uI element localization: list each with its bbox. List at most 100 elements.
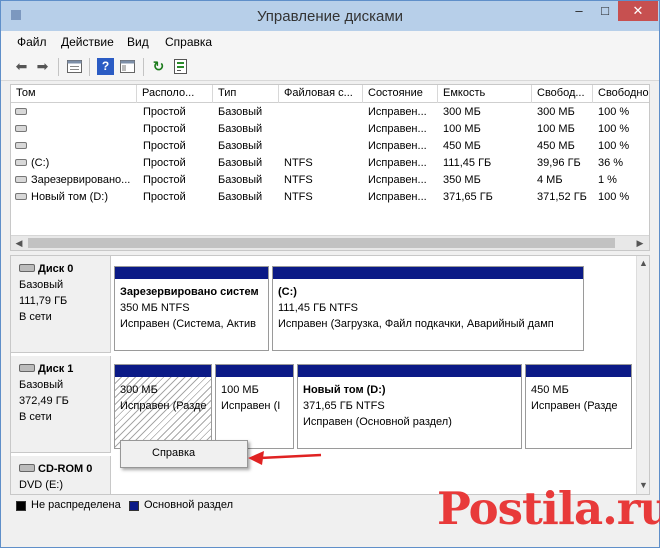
panel-icon[interactable] bbox=[119, 58, 136, 75]
disk-name: CD-ROM 0 bbox=[19, 461, 110, 477]
forward-arrow-icon[interactable]: ➡ bbox=[34, 58, 51, 75]
hard-disk-icon bbox=[19, 264, 35, 272]
disk-1-label[interactable]: Диск 1 Базовый 372,49 ГБ В сети bbox=[11, 356, 111, 453]
column-header[interactable]: Свободно bbox=[593, 85, 649, 103]
partition-bar bbox=[526, 365, 631, 377]
red-arrow-annotation bbox=[248, 451, 322, 465]
context-menu-item-help[interactable]: Справка bbox=[125, 444, 243, 464]
partition-300mb[interactable]: 300 МБ Исправен (Разде bbox=[114, 364, 212, 449]
table-cell: Базовый bbox=[218, 191, 263, 203]
menu-file[interactable]: Файл bbox=[17, 35, 47, 49]
column-header[interactable]: Емкость bbox=[438, 85, 532, 103]
table-cell: Простой bbox=[143, 191, 186, 203]
table-row[interactable]: Простой Базовый Исправен... 100 МБ 100 М… bbox=[11, 121, 649, 138]
legend-label: Основной раздел bbox=[144, 499, 233, 511]
column-header[interactable]: Свобод... bbox=[532, 85, 593, 103]
watermark: Postila.ru bbox=[437, 482, 660, 535]
partition-body: 450 МБ Исправен (Разде bbox=[526, 377, 631, 414]
volume-name-cell: (C:) bbox=[15, 157, 135, 169]
column-header[interactable]: Состояние bbox=[363, 85, 438, 103]
toolbar-separator bbox=[89, 58, 90, 76]
column-header[interactable]: Том bbox=[11, 85, 137, 103]
table-row[interactable]: Простой Базовый Исправен... 300 МБ 300 М… bbox=[11, 104, 649, 121]
help-icon[interactable]: ? bbox=[97, 58, 114, 75]
volume-name-cell bbox=[15, 140, 135, 152]
volume-list-header: Том Располо... Тип Файловая с... Состоян… bbox=[11, 85, 649, 103]
volume-icon bbox=[15, 108, 27, 115]
table-cell: 450 МБ bbox=[443, 140, 481, 152]
close-button[interactable]: ✕ bbox=[618, 1, 658, 21]
disk-map: Диск 0 Базовый 111,79 ГБ В сети Зарезерв… bbox=[10, 255, 650, 495]
menu-help[interactable]: Справка bbox=[165, 35, 212, 49]
volume-icon bbox=[15, 193, 27, 200]
volume-icon bbox=[15, 125, 27, 132]
disk-name-text: CD-ROM 0 bbox=[38, 463, 93, 475]
table-row[interactable]: (C:) Простой Базовый NTFS Исправен... 11… bbox=[11, 155, 649, 172]
volume-name-cell bbox=[15, 123, 135, 135]
column-header[interactable]: Тип bbox=[213, 85, 279, 103]
partition-bar bbox=[115, 365, 211, 377]
table-cell: Простой bbox=[143, 157, 186, 169]
partition-system-reserved[interactable]: Зарезервировано систем 350 МБ NTFS Испра… bbox=[114, 266, 269, 351]
properties-icon[interactable] bbox=[66, 58, 83, 75]
cdrom-0-label[interactable]: CD-ROM 0 DVD (E:) bbox=[11, 456, 111, 494]
rescan-icon[interactable] bbox=[172, 58, 189, 75]
table-row[interactable]: Зарезервировано... Простой Базовый NTFS … bbox=[11, 172, 649, 189]
table-cell: Исправен... bbox=[368, 123, 427, 135]
column-header[interactable]: Располо... bbox=[137, 85, 213, 103]
disk-name-text: Диск 1 bbox=[38, 363, 74, 375]
table-cell: Базовый bbox=[218, 123, 263, 135]
partition-d[interactable]: Новый том (D:) 371,65 ГБ NTFS Исправен (… bbox=[297, 364, 522, 449]
volume-list: Том Располо... Тип Файловая с... Состоян… bbox=[10, 84, 650, 251]
menu-action[interactable]: Действие bbox=[61, 35, 114, 49]
table-row[interactable]: Новый том (D:) Простой Базовый NTFS Испр… bbox=[11, 189, 649, 206]
disk-status: В сети bbox=[19, 311, 52, 323]
table-cell: 350 МБ bbox=[443, 174, 481, 186]
disk-0-label[interactable]: Диск 0 Базовый 111,79 ГБ В сети bbox=[11, 256, 111, 353]
menu-view[interactable]: Вид bbox=[127, 35, 149, 49]
horizontal-scrollbar[interactable]: ◀ ▶ bbox=[11, 235, 649, 250]
table-cell: Базовый bbox=[218, 157, 263, 169]
scroll-right-icon[interactable]: ▶ bbox=[633, 236, 647, 250]
partition-body: (C:) 111,45 ГБ NTFS Исправен (Загрузка, … bbox=[273, 279, 583, 332]
table-cell: 111,45 ГБ bbox=[443, 157, 492, 169]
legend-label: Не распределена bbox=[31, 499, 121, 511]
table-cell: 300 МБ bbox=[537, 106, 575, 118]
toolbar-separator bbox=[143, 58, 144, 76]
disk-type: Базовый bbox=[19, 279, 64, 291]
context-menu: Справка bbox=[120, 440, 248, 468]
table-cell: 100 МБ bbox=[537, 123, 575, 135]
disk-name: Диск 1 bbox=[19, 361, 110, 377]
column-header[interactable]: Файловая с... bbox=[279, 85, 363, 103]
vertical-scrollbar[interactable]: ▲ ▼ bbox=[636, 256, 649, 494]
toolbar-separator bbox=[58, 58, 59, 76]
partition-bar bbox=[298, 365, 521, 377]
partition-status: Исправен (Основной раздел) bbox=[303, 416, 452, 428]
table-cell: Исправен... bbox=[368, 174, 427, 186]
table-cell: 1 % bbox=[598, 174, 617, 186]
partition-status: Исправен (I bbox=[221, 400, 281, 412]
volume-icon bbox=[15, 176, 27, 183]
maximize-button[interactable]: □ bbox=[592, 1, 618, 21]
partition-size: 450 МБ bbox=[531, 384, 569, 396]
minimize-button[interactable]: – bbox=[566, 1, 592, 21]
partition-c[interactable]: (C:) 111,45 ГБ NTFS Исправен (Загрузка, … bbox=[272, 266, 584, 351]
table-cell: Простой bbox=[143, 140, 186, 152]
partition-size: 371,65 ГБ NTFS bbox=[303, 400, 385, 412]
partition-450mb[interactable]: 450 МБ Исправен (Разде bbox=[525, 364, 632, 449]
back-arrow-icon[interactable]: ⬅ bbox=[13, 58, 30, 75]
partition-100mb[interactable]: 100 МБ Исправен (I bbox=[215, 364, 294, 449]
partition-body: 100 МБ Исправен (I bbox=[216, 377, 293, 414]
title-bar: Управление дисками – □ ✕ bbox=[1, 1, 659, 31]
table-row[interactable]: Простой Базовый Исправен... 450 МБ 450 М… bbox=[11, 138, 649, 155]
scroll-up-icon[interactable]: ▲ bbox=[637, 258, 649, 268]
refresh-icon[interactable]: ↻ bbox=[150, 58, 167, 75]
table-cell: Базовый bbox=[218, 140, 263, 152]
scrollbar-thumb[interactable] bbox=[28, 238, 615, 248]
volume-name-cell: Зарезервировано... bbox=[15, 174, 135, 186]
partition-name: Зарезервировано систем bbox=[120, 286, 259, 298]
partition-body: Зарезервировано систем 350 МБ NTFS Испра… bbox=[115, 279, 268, 332]
scroll-left-icon[interactable]: ◀ bbox=[12, 236, 26, 250]
partition-status: Исправен (Разде bbox=[531, 400, 618, 412]
partition-status: Исправен (Разде bbox=[120, 400, 207, 412]
